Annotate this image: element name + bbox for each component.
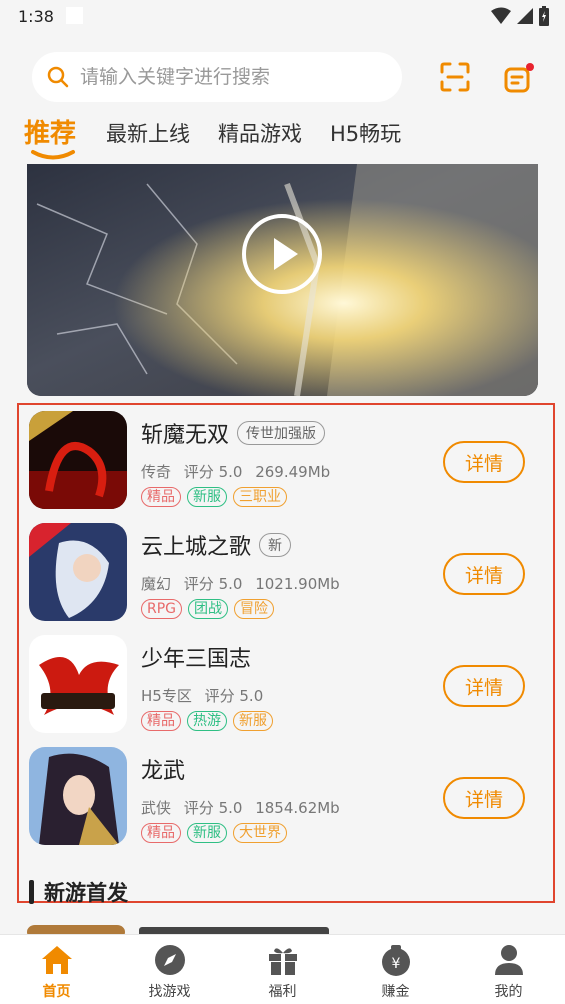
game-rating: 评分 5.0 <box>183 799 243 817</box>
search-bar[interactable] <box>32 52 402 102</box>
list-item[interactable]: 龙武 武侠 评分 5.0 1854.62Mb 精品 新服 大世界 详情 <box>29 747 549 847</box>
detail-button[interactable]: 详情 <box>443 777 525 819</box>
nav-find-games[interactable]: 找游戏 <box>113 935 226 1004</box>
tag: 团战 <box>188 599 229 619</box>
game-title: 云上城之歌 <box>141 535 252 560</box>
nav-welfare[interactable]: 福利 <box>226 935 339 1004</box>
game-meta: 魔幻 评分 5.0 1021.90Mb <box>141 573 348 594</box>
tag: 精品 <box>141 711 181 731</box>
list-item[interactable]: 云上城之歌 新 魔幻 评分 5.0 1021.90Mb RPG 团战 冒险 详情 <box>29 523 549 623</box>
tag: RPG <box>141 599 183 619</box>
video-banner[interactable] <box>27 164 538 396</box>
game-badge: 新 <box>259 533 292 557</box>
detail-button[interactable]: 详情 <box>443 441 525 483</box>
section-bar <box>29 880 34 904</box>
tab-recommend[interactable]: 推荐 <box>24 108 76 160</box>
game-tags: RPG 团战 冒险 <box>141 599 275 619</box>
tab-latest[interactable]: 最新上线 <box>106 108 190 148</box>
game-tags: 精品 热游 新服 <box>141 711 273 731</box>
message-icon[interactable] <box>503 62 537 96</box>
gift-icon <box>268 948 297 975</box>
tab-premium-games[interactable]: 精品游戏 <box>218 108 302 148</box>
status-bar: 1:38 <box>0 0 565 36</box>
game-icon <box>29 523 127 621</box>
active-tab-indicator <box>31 150 75 160</box>
notification-icon <box>66 7 83 24</box>
game-title: 龙武 <box>141 759 186 784</box>
game-size: 269.49Mb <box>255 463 331 481</box>
tag: 新服 <box>187 823 227 843</box>
tag: 新服 <box>233 711 273 731</box>
wifi-icon <box>491 7 511 24</box>
game-tags: 精品 新服 三职业 <box>141 487 287 507</box>
game-meta: H5专区 评分 5.0 <box>141 685 271 706</box>
detail-button[interactable]: 详情 <box>443 553 525 595</box>
tag: 冒险 <box>234 599 275 619</box>
tag: 精品 <box>141 487 181 507</box>
tag: 三职业 <box>233 487 287 507</box>
game-rating: 评分 5.0 <box>204 687 264 705</box>
compass-icon <box>154 945 185 975</box>
bottom-nav: 首页 找游戏 福利 ¥ 赚金 我的 <box>0 934 565 1004</box>
game-badge: 传世加强版 <box>237 421 326 445</box>
game-genre: 魔幻 <box>141 575 172 593</box>
list-item[interactable]: 少年三国志 H5专区 评分 5.0 精品 热游 新服 详情 <box>29 635 549 735</box>
game-size: 1021.90Mb <box>255 575 340 593</box>
game-list: 斩魔无双 传世加强版 传奇 评分 5.0 269.49Mb 精品 新服 三职业 … <box>17 403 555 905</box>
tab-h5[interactable]: H5畅玩 <box>330 108 401 148</box>
game-rating: 评分 5.0 <box>183 463 243 481</box>
search-icon <box>47 66 69 88</box>
game-meta: 传奇 评分 5.0 269.49Mb <box>141 461 338 482</box>
game-size: 1854.62Mb <box>255 799 340 817</box>
scan-icon[interactable] <box>440 62 470 92</box>
game-title: 少年三国志 <box>141 647 252 672</box>
nav-earn[interactable]: ¥ 赚金 <box>339 935 452 1004</box>
battery-icon <box>539 6 549 26</box>
tag: 精品 <box>141 823 181 843</box>
nav-home[interactable]: 首页 <box>0 935 113 1004</box>
unread-dot <box>526 63 534 71</box>
game-genre: 武侠 <box>141 799 172 817</box>
tag: 热游 <box>187 711 227 731</box>
detail-button[interactable]: 详情 <box>443 665 525 707</box>
game-icon <box>29 411 127 509</box>
game-tags: 精品 新服 大世界 <box>141 823 287 843</box>
game-genre: H5专区 <box>141 687 192 705</box>
user-icon <box>494 945 523 975</box>
game-icon <box>29 747 127 845</box>
list-item[interactable]: 斩魔无双 传世加强版 传奇 评分 5.0 269.49Mb 精品 新服 三职业 … <box>29 411 549 511</box>
status-icons <box>491 6 549 26</box>
next-item-peek <box>27 920 347 934</box>
tag: 大世界 <box>233 823 287 843</box>
game-rating: 评分 5.0 <box>183 575 243 593</box>
section-title: 新游首发 <box>29 877 128 907</box>
play-button[interactable] <box>240 212 324 296</box>
home-icon <box>41 946 72 974</box>
game-meta: 武侠 评分 5.0 1854.62Mb <box>141 797 348 818</box>
nav-me[interactable]: 我的 <box>452 935 565 1004</box>
game-genre: 传奇 <box>141 463 172 481</box>
search-input[interactable] <box>80 66 380 88</box>
status-time: 1:38 <box>18 7 54 26</box>
svg-text:¥: ¥ <box>391 956 400 972</box>
game-icon <box>29 635 127 733</box>
game-title: 斩魔无双 <box>141 423 230 448</box>
money-bag-icon: ¥ <box>381 945 410 976</box>
signal-icon <box>517 8 533 24</box>
category-tabs: 推荐 最新上线 精品游戏 H5畅玩 <box>24 108 429 164</box>
tag: 新服 <box>187 487 227 507</box>
